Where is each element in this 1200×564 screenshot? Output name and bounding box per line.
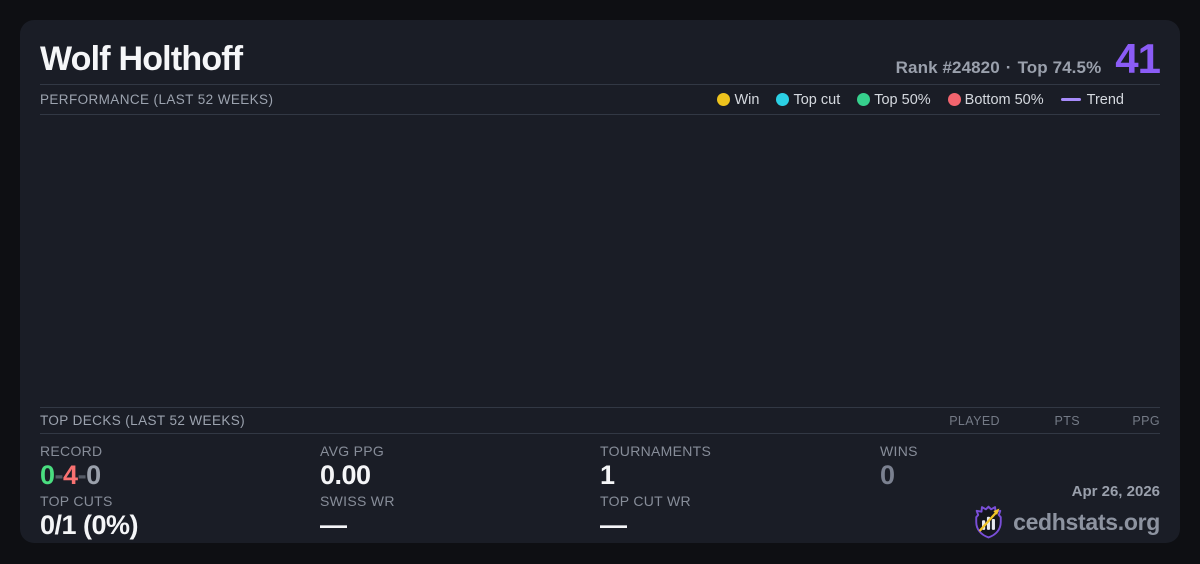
column-header-played: PLAYED [949, 413, 1000, 428]
performance-section-title: PERFORMANCE (LAST 52 WEEKS) [40, 92, 274, 107]
record-losses: 4 [63, 460, 78, 490]
stat-label: RECORD [40, 443, 103, 459]
top-decks-section-title: TOP DECKS (LAST 52 WEEKS) [40, 413, 246, 428]
stat-label: WINS [880, 443, 918, 459]
legend-label: Trend [1086, 91, 1124, 108]
top-cut-wr-value: — [600, 510, 627, 540]
stat-swiss-wr: SWISS WR — [320, 493, 600, 543]
top-decks-columns: PLAYED PTS PPG [920, 414, 1160, 428]
legend-label: Top 50% [874, 91, 931, 108]
stat-label: AVG PPG [320, 443, 385, 459]
record-value: 0-4-0 [40, 461, 320, 489]
rank-summary: Rank #24820 · Top 74.5% 41 [896, 35, 1161, 82]
rank-line: Rank #24820 · Top 74.5% [896, 58, 1102, 78]
column-header-ppg: PPG [1132, 413, 1160, 428]
top-percent: Top 74.5% [1017, 58, 1102, 77]
player-stats-card: Wolf Holthoff Rank #24820 · Top 74.5% 41 P… [20, 20, 1180, 543]
legend-label: Bottom 50% [964, 91, 1044, 108]
bottom50-dot-icon [947, 93, 961, 106]
win-dot-icon [717, 93, 731, 106]
legend-item-trend: Trend [1060, 91, 1124, 108]
record-separator: - [54, 460, 64, 490]
top-cut-dot-icon [776, 93, 790, 106]
stat-label: SWISS WR [320, 493, 395, 509]
legend-item-bottom50: Bottom 50% [947, 91, 1044, 108]
score-value: 41 [1115, 35, 1161, 82]
stat-avg-ppg: AVG PPG 0.00 [320, 443, 600, 493]
trend-line-icon [1060, 98, 1081, 101]
chart-legend: Win Top cut Top 50% Bottom 50% Trend [717, 92, 1124, 108]
player-name: Wolf Holthoff [40, 39, 243, 78]
card-header: Wolf Holthoff Rank #24820 · Top 74.5% 41 [40, 20, 1161, 84]
stat-label: TOP CUTS [40, 493, 113, 509]
stat-label: TOURNAMENTS [600, 443, 712, 459]
stat-top-cuts: TOP CUTS 0/1 (0%) [40, 493, 320, 543]
top50-dot-icon [857, 93, 871, 106]
performance-header-row: PERFORMANCE (LAST 52 WEEKS) Win Top cut … [40, 85, 1160, 114]
performance-chart-empty [40, 115, 1160, 407]
swiss-wr-value: — [320, 510, 347, 540]
brand-name: cedhstats.org [1013, 508, 1160, 535]
legend-item-top50: Top 50% [857, 91, 931, 108]
tournaments-value: 1 [600, 460, 615, 490]
record-separator: - [77, 460, 87, 490]
legend-label: Win [734, 91, 760, 108]
legend-item-top-cut: Top cut [776, 92, 840, 108]
top-cuts-value: 0/1 (0%) [40, 510, 139, 540]
stat-tournaments: TOURNAMENTS 1 [600, 443, 880, 493]
generated-date: Apr 26, 2026 [1071, 483, 1160, 500]
rank-separator: · [1005, 58, 1012, 77]
brand-row: cedhstats.org [971, 503, 1160, 541]
stat-record: RECORD 0-4-0 [40, 443, 320, 493]
top-decks-header-row: TOP DECKS (LAST 52 WEEKS) PLAYED PTS PPG [40, 408, 1160, 433]
card-footer: Apr 26, 2026 cedhstats.org [971, 483, 1160, 541]
column-header-pts: PTS [1054, 413, 1080, 428]
record-wins: 0 [40, 460, 55, 490]
avg-ppg-value: 0.00 [320, 460, 371, 490]
legend-item-win: Win [717, 92, 759, 108]
cedhstats-shield-logo-icon [975, 505, 1002, 539]
legend-label: Top cut [793, 91, 841, 108]
rank-number: Rank #24820 [895, 58, 1000, 77]
stats-grid: RECORD 0-4-0 AVG PPG 0.00 TOURNAMENTS 1 … [40, 434, 1160, 543]
stat-top-cut-wr: TOP CUT WR — [600, 493, 880, 543]
record-draws: 0 [86, 460, 101, 490]
stat-label: TOP CUT WR [600, 493, 691, 509]
